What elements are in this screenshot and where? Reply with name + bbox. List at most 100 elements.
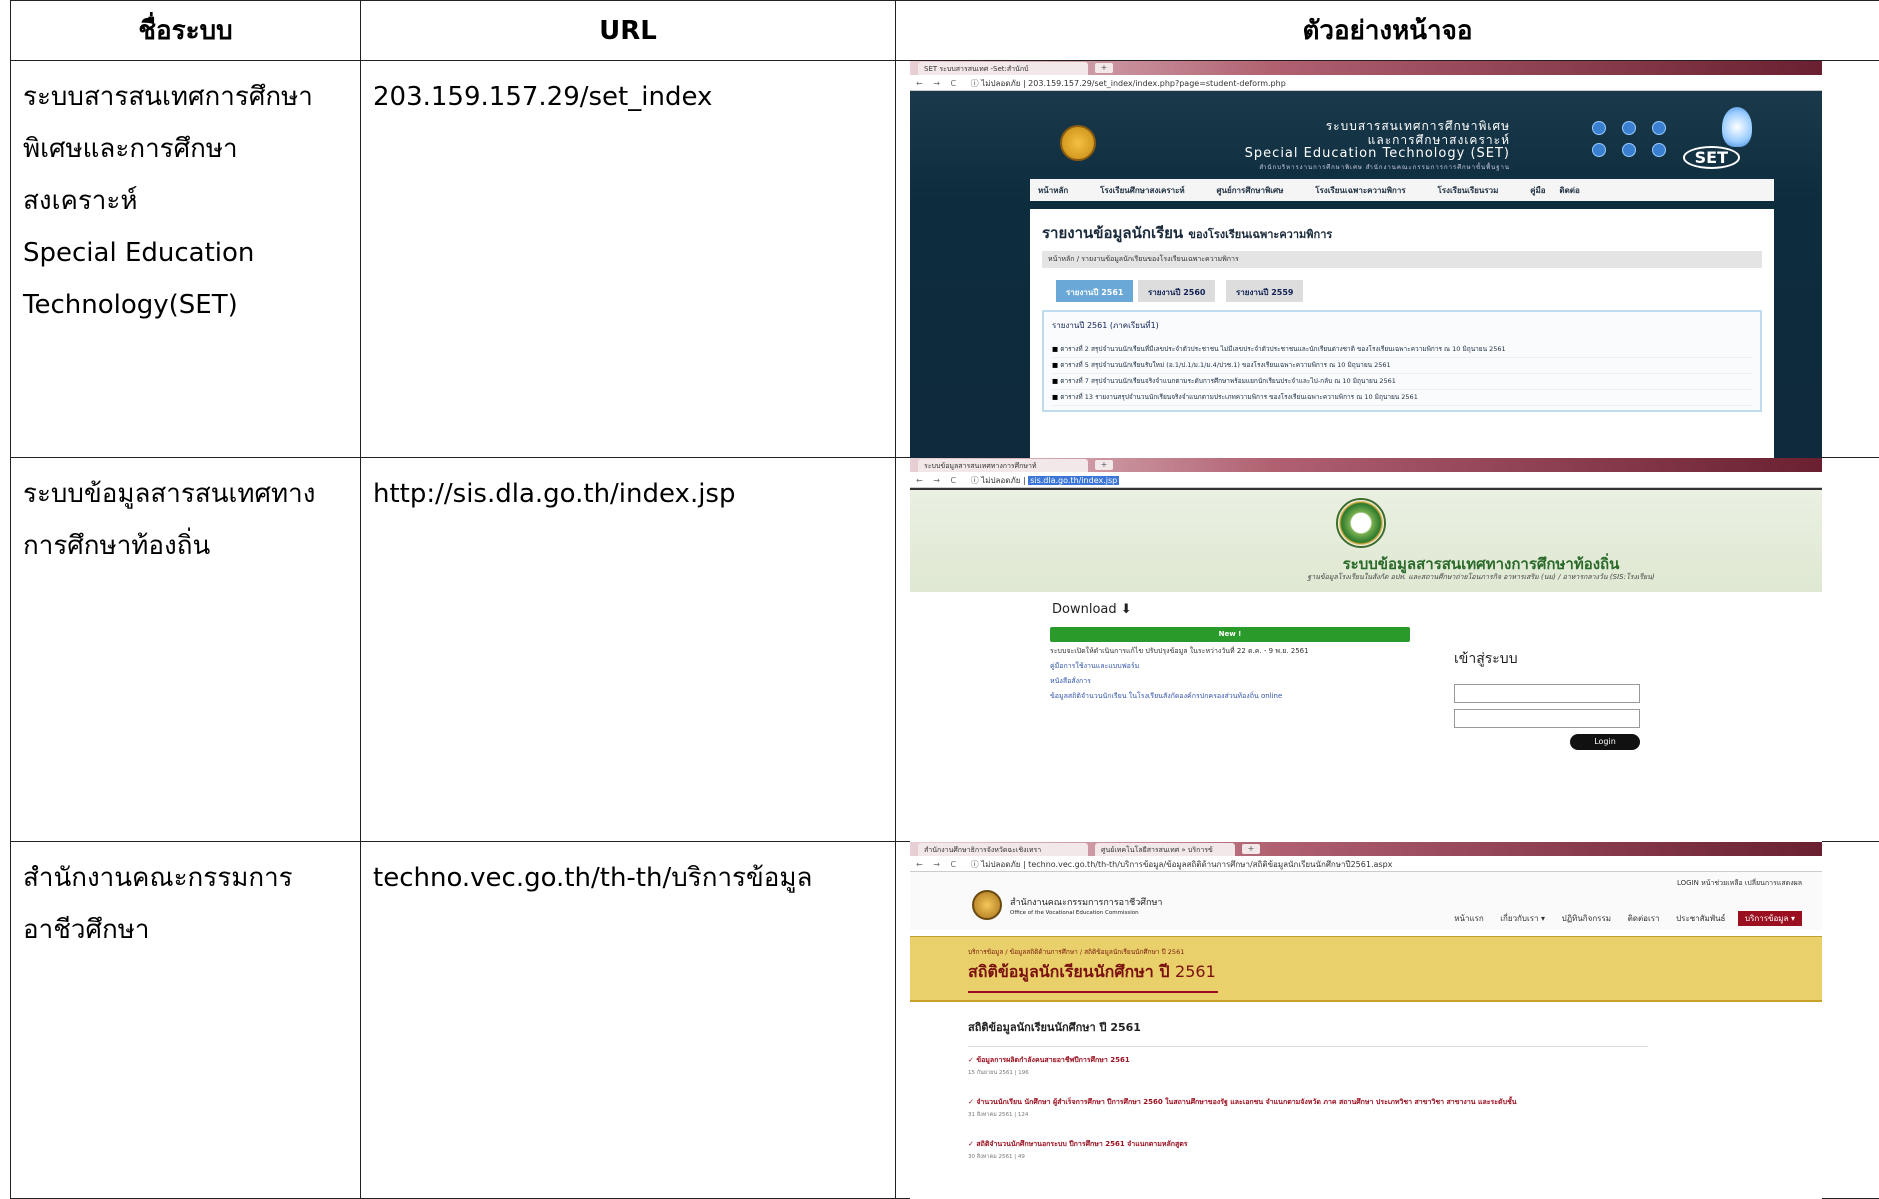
org-name: สำนักงานคณะกรรมการการอาชีวศึกษา Office o…: [1010, 898, 1162, 918]
menu-item-active[interactable]: บริการข้อมูล ▾: [1738, 911, 1802, 926]
menu-item[interactable]: ติดต่อเรา: [1628, 914, 1660, 923]
device-icon: [1652, 143, 1666, 157]
nav-buttons[interactable]: ← → C: [916, 79, 960, 88]
download-link[interactable]: หนังสือสั่งการ: [1050, 674, 1410, 689]
page-title-main: รายงานข้อมูลนักเรียน: [1042, 224, 1183, 242]
report-link[interactable]: ตารางที่ 5 สรุปจำนวนนักเรียนรับใหม่ (อ.1…: [1052, 358, 1752, 374]
tab-2561[interactable]: รายงานปี 2561: [1056, 280, 1133, 302]
stats-link[interactable]: สถิติจำนวนนักศึกษานอกระบบ ปีการศึกษา 256…: [968, 1139, 1764, 1150]
address-bar[interactable]: ← → C ⓘ ไม่ปลอดภัย | 203.159.157.29/set_…: [910, 75, 1822, 91]
url-cell: techno.vec.go.th/th-th/บริการข้อมูล: [361, 842, 896, 1199]
login-button[interactable]: Login: [1570, 734, 1640, 750]
stats-meta: 30 สิงหาคม 2561 | 49: [968, 1153, 1764, 1161]
download-link[interactable]: คู่มือการใช้งานและแบบฟอร์ม: [1050, 659, 1410, 674]
download-link[interactable]: ข้อมูลสถิติจำนวนนักเรียน ในโรงเรียนสังกั…: [1050, 689, 1410, 704]
browser-tab-active[interactable]: ศูนย์เทคโนโลยีสารสนเทศ » บริการข้: [1095, 843, 1235, 856]
report-link[interactable]: ตารางที่ 7 สรุปจำนวนนักเรียนจริงจำแนกตาม…: [1052, 374, 1752, 390]
menu-item[interactable]: โรงเรียนศึกษาสงเคราะห์: [1100, 186, 1185, 195]
top-utilities[interactable]: LOGIN หน้าช่วยเหลือ เปลี่ยนการแสดงผล: [1677, 878, 1802, 888]
address-bar[interactable]: ← → C ⓘ ไม่ปลอดภัย | sis.dla.go.th/index…: [910, 472, 1822, 488]
main-menu: หน้าแรก เกี่ยวกับเรา ▾ ปฏิทินกิจกรรม ติด…: [1440, 912, 1802, 925]
header-screen: ตัวอย่างหน้าจอ: [896, 1, 1879, 61]
menu-item[interactable]: โรงเรียนเรียนรวม: [1437, 186, 1498, 195]
menu-item[interactable]: หน้าแรก: [1454, 914, 1484, 923]
report-box-title: รายงานปี 2561 (ภาคเรียนที่1): [1052, 316, 1752, 342]
vec-header: สำนักงานคณะกรรมการการอาชีวศึกษา Office o…: [910, 872, 1822, 930]
new-tab-button[interactable]: +: [1095, 63, 1113, 73]
address-prefix: ⓘ ไม่ปลอดภัย |: [971, 476, 1026, 485]
header-name: ชื่อระบบ: [11, 1, 361, 61]
banner-title: สถิติข้อมูลนักเรียนนักศึกษา ปี 2561: [968, 960, 1822, 985]
system-url: 203.159.157.29/set_index: [373, 71, 895, 123]
system-url: techno.vec.go.th/th-th/บริการข้อมูล: [373, 852, 895, 904]
table-row: ระบบสารสนเทศการศึกษา พิเศษและการศึกษา สง…: [11, 61, 1879, 458]
system-name-line: การศึกษาท้องถิ่น: [23, 520, 360, 572]
system-name-line: ระบบสารสนเทศการศึกษา: [23, 71, 360, 123]
set-content: รายงานข้อมูลนักเรียน ของโรงเรียนเฉพาะควา…: [1030, 209, 1774, 458]
lightbulb-icon: [1722, 107, 1752, 147]
stats-meta: 15 กันยายน 2561 | 196: [968, 1069, 1764, 1077]
dla-emblem-icon: [1336, 498, 1386, 548]
download-panel: Download ⬇ New ! ระบบจะเปิดให้ดำเนินการแ…: [1050, 598, 1410, 704]
nav-buttons[interactable]: ← → C: [916, 476, 960, 485]
header-row: ชื่อระบบ URL ตัวอย่างหน้าจอ: [11, 1, 1879, 61]
menu-item[interactable]: ประชาสัมพันธ์: [1676, 914, 1725, 923]
set-header: ระบบสารสนเทศการศึกษาพิเศษ และการศึกษาสงเ…: [910, 91, 1822, 179]
table-row: สำนักงานคณะกรรมการ อาชีวศึกษา techno.vec…: [11, 842, 1879, 1199]
system-name-line: สงเคราะห์: [23, 175, 360, 227]
system-name-line: อาชีวศึกษา: [23, 904, 360, 956]
set-screenshot: SET ระบบสารสนเทศ -Set:สำนักบ์ + ← → C ⓘ …: [910, 61, 1822, 458]
vec-page: สำนักงานคณะกรรมการการอาชีวศึกษา Office o…: [910, 872, 1822, 1199]
address-bar[interactable]: ← → C ⓘ ไม่ปลอดภัย | techno.vec.go.th/th…: [910, 856, 1822, 872]
menu-item[interactable]: หน้าหลัก: [1038, 186, 1068, 195]
set-title-sub: สำนักบริหารงานการศึกษาพิเศษ สำนักงานคณะก…: [1110, 161, 1510, 175]
new-badge: New !: [1050, 627, 1410, 642]
browser-tabbar: สำนักงานศึกษาธิการจังหวัดฉะเชิงเทรา ศูนย…: [910, 842, 1822, 856]
stats-link[interactable]: ข้อมูลการผลิตกำลังคนสายอาชีพปีการศึกษา 2…: [968, 1055, 1764, 1066]
header-url: URL: [361, 1, 896, 61]
login-panel: เข้าสู่ระบบ Login: [1454, 648, 1644, 750]
system-name-cell: ระบบสารสนเทศการศึกษา พิเศษและการศึกษา สง…: [11, 61, 361, 458]
notice-text: ระบบจะเปิดให้ดำเนินการแก้ไข ปรับปรุงข้อม…: [1050, 642, 1410, 659]
menu-item[interactable]: ติดต่อ: [1559, 186, 1579, 195]
breadcrumb: หน้าหลัก / รายงานข้อมูลนักเรียนของโรงเรี…: [1042, 251, 1762, 268]
browser-tab[interactable]: สำนักงานศึกษาธิการจังหวัดฉะเชิงเทรา: [918, 843, 1088, 856]
nav-buttons[interactable]: ← → C: [916, 860, 960, 869]
banner-title-text: สถิติข้อมูลนักเรียนนักศึกษา ปี: [968, 962, 1169, 981]
browser-tabbar: ระบบข้อมูลสารสนเทศทางการศึกษาท้ +: [910, 458, 1822, 472]
year-tabs: รายงานปี 2561 รายงานปี 2560 รายงานปี 255…: [1056, 280, 1748, 302]
stats-meta: 31 สิงหาคม 2561 | 124: [968, 1111, 1764, 1119]
address-url: ⓘ ไม่ปลอดภัย | 203.159.157.29/set_index/…: [971, 79, 1286, 88]
set-page: ระบบสารสนเทศการศึกษาพิเศษ และการศึกษาสงเ…: [910, 91, 1822, 458]
tab-2559[interactable]: รายงานปี 2559: [1226, 280, 1303, 302]
password-field[interactable]: [1454, 709, 1640, 728]
stats-link[interactable]: จำนวนนักเรียน นักศึกษา ผู้สำเร็จการศึกษา…: [968, 1097, 1764, 1108]
address-url: sis.dla.go.th/index.jsp: [1028, 476, 1119, 485]
tab-2560[interactable]: รายงานปี 2560: [1138, 280, 1215, 302]
report-link[interactable]: ตารางที่ 13 รายงานสรุปจำนวนนักเรียนจริงจ…: [1052, 390, 1752, 406]
cloud-icon: [1592, 121, 1606, 135]
menu-item[interactable]: คู่มือ: [1530, 186, 1545, 195]
url-cell: 203.159.157.29/set_index: [361, 61, 896, 458]
system-name-line: Special Education: [23, 227, 360, 279]
menu-item[interactable]: โรงเรียนเฉพาะความพิการ: [1315, 186, 1405, 195]
org-name-en: Office of the Vocational Education Commi…: [1010, 908, 1162, 918]
menu-item[interactable]: ปฏิทินกิจกรรม: [1562, 914, 1611, 923]
sis-subtitle: ฐานข้อมูลโรงเรียนในสังกัด อปท. และสถานศึ…: [910, 572, 1822, 583]
username-field[interactable]: [1454, 684, 1640, 703]
browser-tab[interactable]: SET ระบบสารสนเทศ -Set:สำนักบ์: [918, 62, 1088, 75]
banner-year: 2561: [1175, 962, 1216, 981]
set-title-th1: ระบบสารสนเทศการศึกษาพิเศษ: [1110, 119, 1510, 133]
org-name-th: สำนักงานคณะกรรมการการอาชีวศึกษา: [1010, 898, 1162, 908]
report-link[interactable]: ตารางที่ 2 สรุปจำนวนนักเรียนที่มีเลขประจ…: [1052, 342, 1752, 358]
login-title: เข้าสู่ระบบ: [1454, 648, 1644, 678]
browser-tab[interactable]: ระบบข้อมูลสารสนเทศทางการศึกษาท้: [918, 459, 1088, 472]
new-tab-button[interactable]: +: [1095, 460, 1113, 470]
settings-icon: [1652, 121, 1666, 135]
set-logo-text: SET: [1683, 146, 1740, 169]
new-tab-button[interactable]: +: [1242, 844, 1260, 854]
system-name-line: พิเศษและการศึกษา: [23, 123, 360, 175]
sis-page: ระบบข้อมูลสารสนเทศทางการศึกษาท้องถิ่น ฐา…: [910, 488, 1822, 842]
menu-item[interactable]: ศูนย์การศึกษาพิเศษ: [1216, 186, 1283, 195]
menu-item[interactable]: เกี่ยวกับเรา ▾: [1500, 914, 1545, 923]
